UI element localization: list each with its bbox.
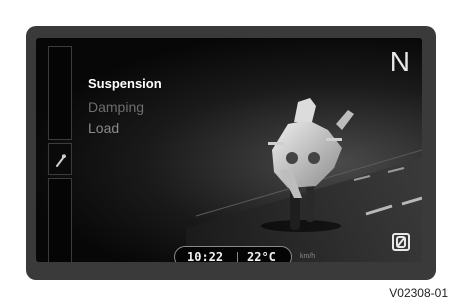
sidebar-segment-top — [48, 46, 72, 140]
menu-item-damping[interactable]: Damping — [88, 99, 144, 115]
menu-title: Suspension — [88, 76, 162, 91]
dashboard-screen: Suspension Damping Load N 10:22 22°C km/… — [36, 38, 422, 262]
zero-slash-icon — [392, 233, 410, 251]
status-divider — [237, 252, 238, 262]
speed-unit: km/h — [300, 253, 316, 260]
ambient-temperature: 22°C — [247, 250, 276, 262]
road-illustration — [186, 98, 422, 262]
clock-time: 10:22 — [187, 250, 224, 262]
figure-code: V02308-01 — [389, 286, 448, 300]
sidebar-segment-bottom — [48, 178, 72, 262]
sidebar-segment-active[interactable] — [48, 143, 72, 175]
sidebar — [48, 46, 72, 262]
menu-item-load[interactable]: Load — [88, 120, 119, 136]
status-bar: 10:22 22°C — [174, 246, 292, 262]
gear-indicator: N — [389, 46, 410, 77]
wrench-icon — [56, 154, 66, 167]
